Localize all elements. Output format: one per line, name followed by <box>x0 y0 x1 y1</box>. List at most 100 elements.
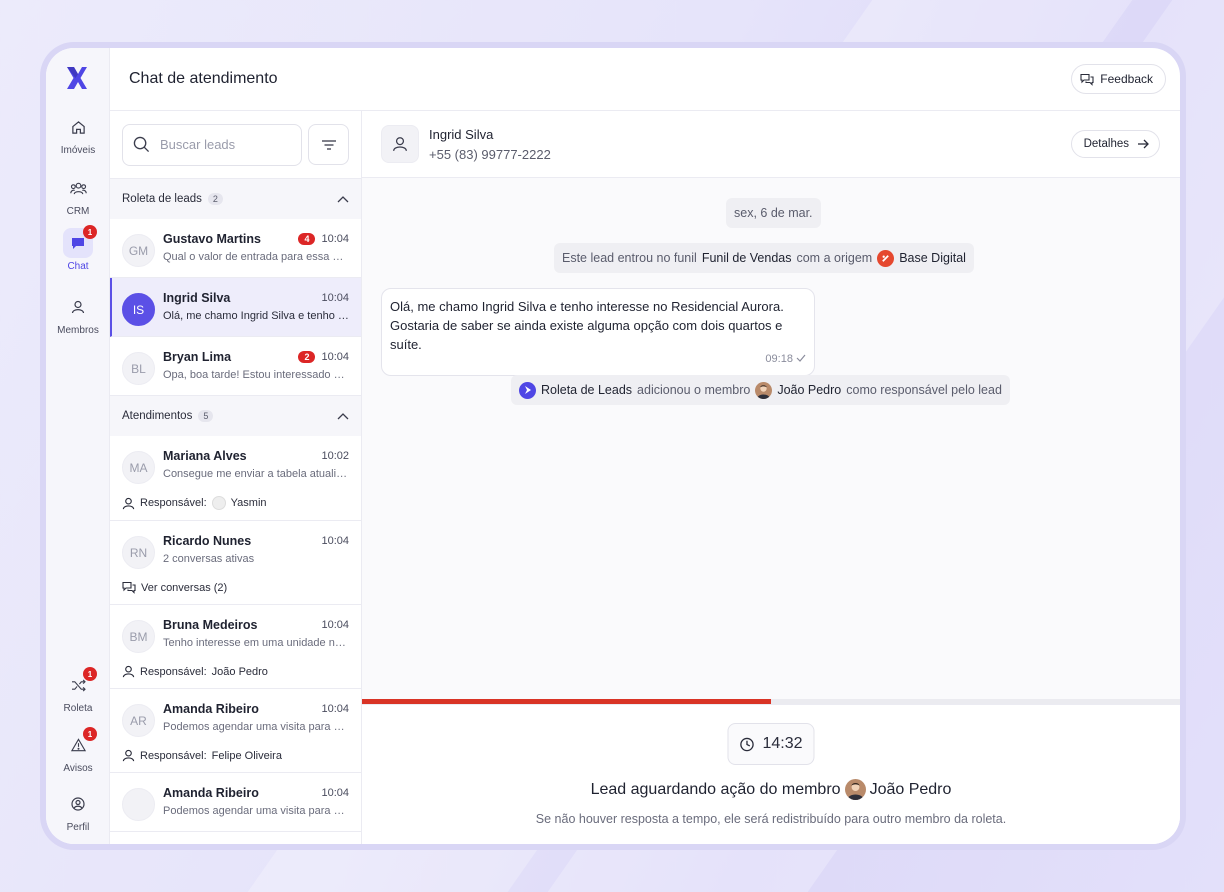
lead-body: Bruna Medeiros 10:04 Tenho interesse em … <box>163 618 349 653</box>
sidebar-item-membros[interactable]: Membros <box>46 292 110 336</box>
lead-name: Bryan Lima <box>163 350 232 364</box>
user-icon <box>393 137 407 152</box>
feedback-label: Feedback <box>1100 72 1153 86</box>
contact-phone: +55 (83) 99777-2222 <box>429 146 551 162</box>
lead-name: Gustavo Martins <box>163 232 261 246</box>
section-title-text: Atendimentos <box>122 410 193 422</box>
lead-top: Bruna Medeiros 10:04 <box>163 618 349 632</box>
leads-panel: Roleta de leads 2 GM Gustavo Martins 4 1… <box>110 111 362 844</box>
lead-row: BM Bruna Medeiros 10:04 Tenho interesse … <box>122 618 349 653</box>
user-icon <box>63 292 93 322</box>
lead-item[interactable]: BM Bruna Medeiros 10:04 Tenho interesse … <box>110 605 361 689</box>
notification-badge: 1 <box>83 727 97 741</box>
sidebar-item-avisos[interactable]: 1 Avisos <box>46 727 110 774</box>
chat-icon: 1 <box>63 225 97 258</box>
message-time: 09:18 <box>765 353 793 365</box>
lead-row: RN Ricardo Nunes 10:04 2 conversas ativa… <box>122 534 349 569</box>
lead-time: 10:04 <box>321 787 349 799</box>
waiting-title: Lead aguardando ação do membro João Pedr… <box>362 779 1180 800</box>
view-conversations-label: Ver conversas (2) <box>141 581 228 594</box>
lead-row: MA Mariana Alves 10:02 Consegue me envia… <box>122 449 349 484</box>
search-row <box>110 111 361 179</box>
timer-value: 14:32 <box>762 735 803 752</box>
lead-row: Amanda Ribeiro 10:04 Podemos agendar uma… <box>122 786 349 821</box>
section-header-atendimentos[interactable]: Atendimentos 5 <box>110 396 361 436</box>
lead-name: Mariana Alves <box>163 449 247 463</box>
notification-badge: 1 <box>83 225 97 239</box>
section-title-text: Roleta de leads <box>122 193 202 205</box>
responsible-row: Responsável: João Pedro <box>122 665 349 678</box>
device-frame: Imóveis CRM 1 Chat Membros 1 Roleta 1 Av… <box>40 42 1186 850</box>
funnel-event: Este lead entrou no funil Funil de Venda… <box>554 243 974 273</box>
lead-top: Mariana Alves 10:02 <box>163 449 349 463</box>
chevron-up-icon[interactable] <box>337 412 349 420</box>
avatar: AR <box>122 704 155 737</box>
avatar <box>211 496 226 510</box>
page-title: Chat de atendimento <box>129 70 278 87</box>
sidebar-item-label: Membros <box>57 325 99 336</box>
lead-body: Ingrid Silva 10:04 Olá, me chamo Ingrid … <box>163 291 349 326</box>
profile-icon <box>63 789 93 819</box>
lead-preview: Tenho interesse em uma unidade no térreo <box>163 637 349 649</box>
section-title: Roleta de leads 2 <box>122 193 223 205</box>
funnel-name: Funil de Vendas <box>701 251 792 265</box>
lead-item[interactable]: MA Mariana Alves 10:02 Consegue me envia… <box>110 436 361 521</box>
responsible-label: Responsável: <box>140 749 207 762</box>
responsible-name: João Pedro <box>211 665 268 678</box>
feedback-button[interactable]: Feedback <box>1071 64 1166 94</box>
lead-item[interactable]: AR Amanda Ribeiro 10:04 Podemos agendar … <box>110 689 361 773</box>
origin-icon <box>877 249 895 267</box>
avatar: RN <box>122 536 155 569</box>
lead-preview: Consegue me enviar a tabela atualizada? <box>163 468 349 480</box>
responsible-row: Responsável: Felipe Oliveira <box>122 749 349 762</box>
origin-name: Base Digital <box>899 251 966 265</box>
lead-item[interactable]: Amanda Ribeiro 10:04 Podemos agendar uma… <box>110 773 361 832</box>
sidebar-item-roleta[interactable]: 1 Roleta <box>46 667 110 714</box>
home-icon <box>63 112 93 142</box>
sidebar-item-imoveis[interactable]: Imóveis <box>46 112 110 156</box>
search-input[interactable] <box>160 137 280 152</box>
lead-meta: 2 10:04 <box>298 351 349 363</box>
contact-name: Ingrid Silva <box>429 126 494 142</box>
message-text-part: Olá, me chamo Ingrid Silva e tenho inter… <box>390 299 672 314</box>
countdown-timer: 14:32 <box>727 723 815 765</box>
funnel-event-text: com a origem <box>796 251 873 265</box>
funnel-event-text: Este lead entrou no funil <box>562 251 697 265</box>
search-icon <box>133 136 150 153</box>
user-icon <box>122 497 135 509</box>
message-bubble: Olá, me chamo Ingrid Silva e tenho inter… <box>381 288 815 376</box>
contact-info: Ingrid Silva +55 (83) 99777-2222 <box>381 125 551 163</box>
lead-item[interactable]: BL Bryan Lima 2 10:04 Opa, boa tarde! Es… <box>110 337 361 396</box>
filter-button[interactable] <box>308 124 349 165</box>
view-conversations-link[interactable]: Ver conversas (2) <box>122 581 349 594</box>
lead-item-selected[interactable]: IS Ingrid Silva 10:04 Olá, me chamo Ingr… <box>110 278 361 337</box>
chevron-up-icon[interactable] <box>337 195 349 203</box>
lead-meta: 4 10:04 <box>298 233 349 245</box>
shuffle-icon: 1 <box>63 667 97 700</box>
avatar: BM <box>122 620 155 653</box>
section-title: Atendimentos 5 <box>122 410 214 422</box>
search-box <box>122 123 302 166</box>
lead-item[interactable]: GM Gustavo Martins 4 10:04 Qual o valor … <box>110 219 361 278</box>
count-pill: 5 <box>198 410 214 422</box>
content: Roleta de leads 2 GM Gustavo Martins 4 1… <box>110 111 1180 844</box>
assignment-text: adicionou o membro <box>637 383 751 397</box>
sidebar-item-perfil[interactable]: Perfil <box>46 789 110 833</box>
member-avatar <box>844 779 866 800</box>
lead-name: Amanda Ribeiro <box>163 702 259 716</box>
responsible-name: Felipe Oliveira <box>211 749 282 762</box>
app-window: Imóveis CRM 1 Chat Membros 1 Roleta 1 Av… <box>46 48 1180 844</box>
assignment-text: como responsável pelo lead <box>846 383 1002 397</box>
contact-avatar <box>381 125 419 163</box>
responsible-label: Responsável: <box>140 665 207 678</box>
responsible-name: Yasmin <box>230 497 267 509</box>
lead-top: Amanda Ribeiro 10:04 <box>163 702 349 716</box>
logo-icon <box>67 67 87 89</box>
sidebar-item-chat[interactable]: 1 Chat <box>46 225 110 272</box>
details-button[interactable]: Detalhes <box>1070 130 1160 158</box>
lead-time: 10:04 <box>321 535 349 547</box>
section-header-roleta[interactable]: Roleta de leads 2 <box>110 179 361 219</box>
lead-item[interactable]: RN Ricardo Nunes 10:04 2 conversas ativa… <box>110 521 361 605</box>
unread-badge: 4 <box>298 233 316 245</box>
sidebar-item-crm[interactable]: CRM <box>46 173 110 217</box>
